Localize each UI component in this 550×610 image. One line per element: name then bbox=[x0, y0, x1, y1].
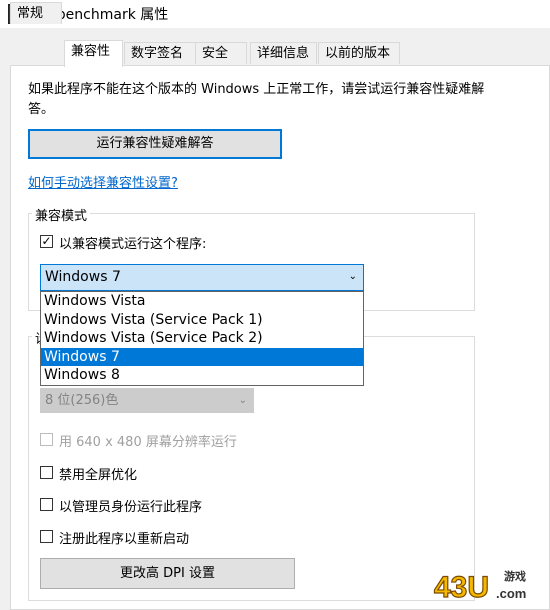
dropdown-option-win7[interactable]: Windows 7 bbox=[41, 347, 363, 367]
watermark-logo-domain: .com bbox=[496, 586, 526, 601]
register-restart-label: 注册此程序以重新启动 bbox=[59, 532, 190, 547]
title-bar: b1_benchmark 属性 bbox=[0, 0, 550, 28]
chevron-down-icon: ⌄ bbox=[348, 271, 357, 282]
run-troubleshooter-button[interactable]: 运行兼容性疑难解答 bbox=[28, 129, 282, 159]
disable-fullscreen-label: 禁用全屏优化 bbox=[59, 468, 138, 483]
run-as-admin-checkbox[interactable] bbox=[40, 498, 53, 511]
watermark-logo: 43U 游戏 .com bbox=[433, 569, 526, 603]
dropdown-option-vista[interactable]: Windows Vista bbox=[41, 292, 363, 311]
tab-general[interactable]: 常规 bbox=[10, 2, 62, 24]
compat-mode-dropdown: Windows Vista Windows Vista (Service Pac… bbox=[40, 291, 364, 386]
tab-digital-signature[interactable]: 数字签名 bbox=[124, 42, 196, 64]
compat-mode-label: 兼容模式 bbox=[32, 205, 91, 224]
compat-mode-checkbox-label: 以兼容模式运行这个程序: bbox=[59, 237, 207, 252]
run-as-admin-label: 以管理员身份运行此程序 bbox=[59, 500, 203, 515]
tab-previous-versions[interactable]: 以前的版本 bbox=[318, 42, 400, 64]
color-mode-select-value: 8 位(256)色 bbox=[45, 393, 119, 408]
intro-text: 如果此程序不能在这个版本的 Windows 上正常工作，请尝试运行兼容性疑难解答… bbox=[28, 82, 485, 117]
run-640-checkbox[interactable] bbox=[40, 433, 53, 446]
compat-mode-select[interactable]: Windows 7 ⌄ bbox=[40, 264, 364, 291]
color-mode-select[interactable]: 8 位(256)色 ⌄ bbox=[40, 388, 254, 413]
tab-details[interactable]: 详细信息 bbox=[250, 42, 317, 64]
watermark-logo-sub: 游戏 bbox=[504, 569, 526, 583]
tab-compatibility[interactable]: 兼容性 bbox=[64, 40, 123, 67]
dropdown-option-vista-sp1[interactable]: Windows Vista (Service Pack 1) bbox=[41, 311, 363, 330]
dropdown-option-vista-sp2[interactable]: Windows Vista (Service Pack 2) bbox=[41, 329, 363, 348]
chevron-down-icon: ⌄ bbox=[238, 395, 247, 406]
tab-security[interactable]: 安全 bbox=[195, 42, 247, 64]
disable-fullscreen-checkbox[interactable] bbox=[40, 466, 53, 479]
register-restart-checkbox[interactable] bbox=[40, 530, 53, 543]
run-640-label: 用 640 x 480 屏幕分辨率运行 bbox=[59, 435, 237, 450]
compat-mode-checkbox[interactable]: ✓ bbox=[40, 235, 53, 248]
change-dpi-button[interactable]: 更改高 DPI 设置 bbox=[40, 558, 295, 589]
dropdown-option-win8[interactable]: Windows 8 bbox=[41, 366, 363, 385]
compat-mode-select-value: Windows 7 bbox=[45, 269, 121, 285]
watermark-logo-text: 43U bbox=[434, 571, 489, 603]
manual-settings-link[interactable]: 如何手动选择兼容性设置? bbox=[28, 172, 178, 191]
